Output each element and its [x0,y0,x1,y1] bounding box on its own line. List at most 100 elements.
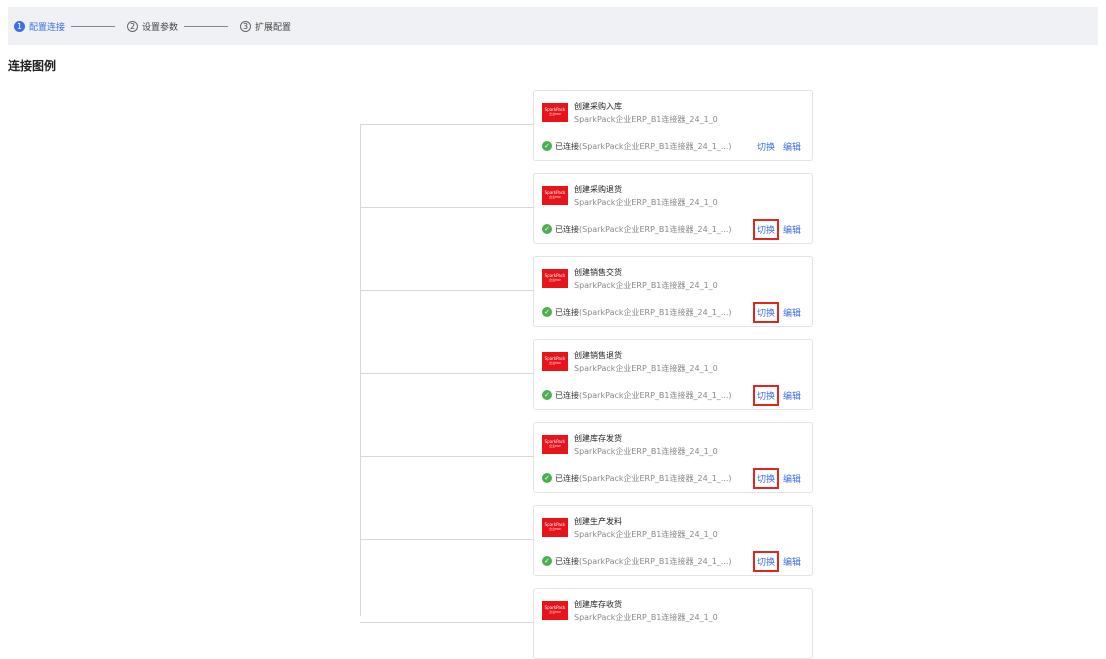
sparkpack-logo: SparkPack 企业ERP [542,601,568,620]
status-label: 已连接 [555,224,579,234]
card-actions: 切换 编辑 [750,468,802,489]
card-actions: 切换 编辑 [750,219,802,240]
check-circle-icon: ✓ [542,473,552,483]
logo-sub: 企业ERP [549,444,561,448]
status-text: 已连接(SparkPack企业ERP_B1连接器_24_1_...) [555,390,732,401]
connection-status: ✓ 已连接(SparkPack企业ERP_B1连接器_24_1_...) 切换 … [542,551,806,572]
edit-link[interactable]: 编辑 [782,388,802,403]
switch-link[interactable]: 切换 [756,139,776,154]
step-label: 扩展配置 [255,22,292,33]
sparkpack-logo: SparkPack 企业ERP [542,352,568,371]
step-label: 设置参数 [142,22,179,33]
switch-link[interactable]: 切换 [752,385,779,406]
sparkpack-logo: SparkPack 企业ERP [542,269,568,288]
connector-name: SparkPack企业ERP_B1连接器_24_1_0 [574,115,718,124]
step-divider [71,25,116,27]
connection-status: ✓ 已连接(SparkPack企业ERP_B1连接器_24_1_...) 切换 … [542,219,806,240]
connection-card: SparkPack 企业ERP 创建库存发货 SparkPack企业ERP_B1… [533,422,813,493]
check-circle-icon: ✓ [542,556,552,566]
connection-card: SparkPack 企业ERP 创建销售交货 SparkPack企业ERP_B1… [533,256,813,327]
edit-link[interactable]: 编辑 [782,554,802,569]
connection-status: ✓ 已连接(SparkPack企业ERP_B1连接器_24_1_...) 切换 … [542,302,806,323]
edit-link[interactable]: 编辑 [782,305,802,320]
switch-link[interactable]: 切换 [752,468,779,489]
status-text: 已连接(SparkPack企业ERP_B1连接器_24_1_...) [555,307,732,318]
status-text: 已连接(SparkPack企业ERP_B1连接器_24_1_...) [555,141,732,152]
step-number: 3 [240,20,252,32]
step-label: 配置连接 [29,22,66,33]
connector-name: SparkPack企业ERP_B1连接器_24_1_0 [574,198,718,207]
status-label: 已连接 [555,141,579,151]
edit-link[interactable]: 编辑 [782,471,802,486]
tree-branch-line [360,539,534,540]
connection-status: ✓ 已连接(SparkPack企业ERP_B1连接器_24_1_...) 切换 … [542,139,806,153]
switch-link[interactable]: 切换 [752,219,779,240]
card-title: 创建库存发货 [574,434,622,443]
step-3[interactable]: 3 扩展配置 [240,20,291,33]
edit-link[interactable]: 编辑 [782,222,802,237]
check-circle-icon: ✓ [542,141,552,151]
status-detail: (SparkPack企业ERP_B1连接器_24_1_...) [579,556,732,566]
status-detail: (SparkPack企业ERP_B1连接器_24_1_...) [579,307,732,317]
step-number: 2 [127,20,139,32]
status-label: 已连接 [555,307,579,317]
tree-trunk-line [360,124,361,616]
connection-card: SparkPack 企业ERP 创建生产发料 SparkPack企业ERP_B1… [533,505,813,576]
section-title: 连接图例 [8,59,57,73]
status-detail: (SparkPack企业ERP_B1连接器_24_1_...) [579,473,732,483]
switch-link[interactable]: 切换 [752,302,779,323]
logo-sub: 企业ERP [549,195,561,199]
logo-sub: 企业ERP [549,112,561,116]
connector-name: SparkPack企业ERP_B1连接器_24_1_0 [574,281,718,290]
tree-branch-line [360,290,534,291]
tree-branch-line [360,373,534,374]
sparkpack-logo: SparkPack 企业ERP [542,518,568,537]
tree-branch-line [360,456,534,457]
sparkpack-logo: SparkPack 企业ERP [542,435,568,454]
check-circle-icon: ✓ [542,224,552,234]
card-title: 创建销售交货 [574,268,622,277]
card-actions: 切换 编辑 [750,302,802,323]
status-detail: (SparkPack企业ERP_B1连接器_24_1_...) [579,390,732,400]
connection-card: SparkPack 企业ERP 创建采购入库 SparkPack企业ERP_B1… [533,90,813,161]
status-text: 已连接(SparkPack企业ERP_B1连接器_24_1_...) [555,224,732,235]
status-label: 已连接 [555,473,579,483]
logo-sub: 企业ERP [549,527,561,531]
connector-name: SparkPack企业ERP_B1连接器_24_1_0 [574,364,718,373]
connection-card: SparkPack 企业ERP 创建销售退货 SparkPack企业ERP_B1… [533,339,813,410]
tree-branch-line [360,207,534,208]
status-label: 已连接 [555,556,579,566]
card-title: 创建采购入库 [574,102,622,111]
logo-sub: 企业ERP [549,278,561,282]
logo-sub: 企业ERP [549,361,561,365]
edit-link[interactable]: 编辑 [782,139,802,154]
sparkpack-logo: SparkPack 企业ERP [542,186,568,205]
step-1[interactable]: 1 配置连接 [14,20,65,33]
card-title: 创建采购退货 [574,185,622,194]
step-divider [184,25,229,27]
status-detail: (SparkPack企业ERP_B1连接器_24_1_...) [579,141,732,151]
card-title: 创建库存收货 [574,600,622,609]
step-number: 1 [14,20,25,32]
status-text: 已连接(SparkPack企业ERP_B1连接器_24_1_...) [555,473,732,484]
card-actions: 切换 编辑 [750,551,802,572]
tree-branch-line [360,622,534,623]
connection-status: ✓ 已连接(SparkPack企业ERP_B1连接器_24_1_...) 切换 … [542,468,806,489]
card-actions: 切换 编辑 [750,139,802,154]
step-progress-bar: 1 配置连接 2 设置参数 3 扩展配置 [8,7,1098,45]
connector-name: SparkPack企业ERP_B1连接器_24_1_0 [574,530,718,539]
sparkpack-logo: SparkPack 企业ERP [542,103,568,122]
check-circle-icon: ✓ [542,390,552,400]
logo-sub: 企业ERP [549,610,561,614]
connector-name: SparkPack企业ERP_B1连接器_24_1_0 [574,613,718,622]
status-label: 已连接 [555,390,579,400]
connector-name: SparkPack企业ERP_B1连接器_24_1_0 [574,447,718,456]
card-title: 创建生产发料 [574,517,622,526]
status-text: 已连接(SparkPack企业ERP_B1连接器_24_1_...) [555,556,732,567]
switch-link[interactable]: 切换 [752,551,779,572]
step-2[interactable]: 2 设置参数 [127,20,178,33]
tree-branch-line [360,124,534,125]
card-actions: 切换 编辑 [750,385,802,406]
check-circle-icon: ✓ [542,307,552,317]
card-title: 创建销售退货 [574,351,622,360]
